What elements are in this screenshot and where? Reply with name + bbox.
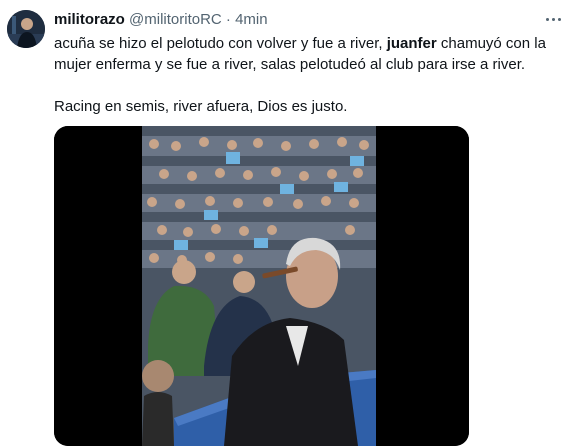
tweet-video[interactable] — [54, 126, 469, 446]
avatar[interactable] — [7, 10, 45, 48]
bold-name: juanfer — [386, 35, 437, 52]
user-handle[interactable]: @militoritoRC — [129, 11, 222, 28]
timestamp[interactable]: 4min — [235, 11, 268, 28]
tweet-card[interactable]: militorazo @militoritoRC · 4min acuña se… — [0, 0, 585, 446]
header-separator: · — [225, 11, 231, 28]
stadium-crowd-scene — [142, 126, 376, 446]
tweet-text: acuña se hizo el pelotudo con volver y f… — [54, 33, 574, 117]
tweet-header: militorazo @militoritoRC · 4min — [54, 11, 545, 29]
tweet-text-part: acuña se hizo el pelotudo con volver y f… — [54, 35, 387, 52]
video-frame — [54, 126, 469, 446]
tweet-paragraph-2: Racing en semis, river afuera, Dios es j… — [54, 98, 348, 115]
avatar-image — [7, 10, 45, 48]
display-name[interactable]: militorazo — [54, 11, 125, 28]
more-horizontal-icon[interactable] — [541, 9, 565, 29]
tweet-paragraph-1: acuña se hizo el pelotudo con volver y f… — [54, 33, 574, 75]
